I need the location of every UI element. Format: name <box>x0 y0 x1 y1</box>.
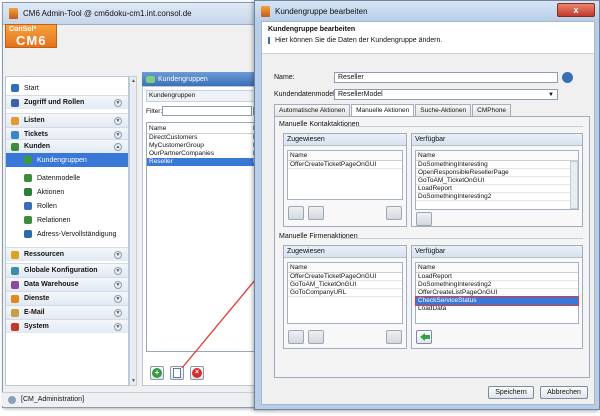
tab-automatische-aktionen[interactable]: Automatische Aktionen <box>274 104 351 116</box>
company-available-table: Name LoadReport DoSomethingInteresting2 Of… <box>415 262 579 324</box>
company-assigned-col[interactable]: Name <box>288 263 402 273</box>
name-input[interactable]: Reseller <box>334 72 558 83</box>
model-select-value: ResellerModel <box>338 91 383 98</box>
dialog-header-info: Hier können Sie die Daten der Kundengrup… <box>268 37 442 44</box>
list-item[interactable]: GoToAM_TicketOnGUI <box>288 281 402 289</box>
contact-available-col[interactable]: Name <box>416 151 578 161</box>
dialog-title: Kundengruppe bearbeiten <box>275 6 368 16</box>
edit-dialog: Kundengruppe bearbeiten x Kundengruppe b… <box>254 0 600 410</box>
list-item[interactable]: OfferCreateTicketPageOnGUI <box>288 273 402 281</box>
save-button[interactable]: Speichern <box>488 386 534 399</box>
list-item[interactable]: GoToAM_TicketOnGUI <box>416 177 578 185</box>
contact-move-down-button[interactable] <box>308 206 324 220</box>
company-add-button[interactable] <box>416 330 432 344</box>
company-move-up-button[interactable] <box>288 330 304 344</box>
tab-pane: Manuelle Kontaktaktionen Zugewiesen Name… <box>274 116 590 378</box>
chevron-down-icon: ▼ <box>548 92 554 98</box>
dialog-header-info-text: Hier können Sie die Daten der Kundengrup… <box>275 37 443 44</box>
list-item[interactable]: DoSomethingInteresting <box>416 161 578 169</box>
company-remove-button[interactable] <box>386 330 402 344</box>
dialog-tabs: Automatische Aktionen Manuelle Aktionen … <box>274 104 512 117</box>
contact-group-line <box>343 126 583 127</box>
list-item[interactable]: DoSomethingInteresting2 <box>416 281 578 289</box>
company-assigned-box: Zugewiesen Name OfferCreateTicketPageOnG… <box>283 245 407 349</box>
list-item[interactable]: GoToCompanyURL <box>288 289 402 297</box>
model-select[interactable]: ResellerModel ▼ <box>334 89 558 100</box>
contact-assigned-col[interactable]: Name <box>288 151 402 161</box>
list-item[interactable]: OfferCreateTicketPageOnGUI <box>288 161 402 169</box>
contact-remove-button[interactable] <box>386 206 402 220</box>
contact-assigned-box: Zugewiesen Name OfferCreateTicketPageOnG… <box>283 133 407 227</box>
dialog-close-button[interactable]: x <box>557 3 595 17</box>
company-group-line <box>341 238 583 239</box>
dialog-header: Kundengruppe bearbeiten Hier können Sie … <box>262 22 594 54</box>
list-item[interactable]: CheckServiceStatus <box>415 296 579 306</box>
list-item[interactable]: OpenResponsibleResellerPage <box>416 169 578 177</box>
list-item[interactable]: LoadData <box>416 305 578 313</box>
cancel-button[interactable]: Abbrechen <box>540 386 588 399</box>
dialog-app-icon <box>261 5 270 17</box>
arrow-left-icon <box>420 333 430 341</box>
list-item[interactable]: LoadReport <box>416 273 578 281</box>
company-assigned-table: Name OfferCreateTicketPageOnGUI GoToAM_Ti… <box>287 262 403 324</box>
contact-assigned-title: Zugewiesen <box>284 134 406 146</box>
dialog-header-title: Kundengruppe bearbeiten <box>268 26 356 33</box>
tab-cmphone[interactable]: CMPhone <box>472 104 512 116</box>
contact-available-box: Verfügbar Name DoSomethingInteresting Ope… <box>411 133 583 227</box>
dialog-body: Kundengruppe bearbeiten Hier können Sie … <box>261 21 595 405</box>
contact-assigned-table: Name OfferCreateTicketPageOnGUI <box>287 150 403 200</box>
tab-suche-aktionen[interactable]: Suche-Aktionen <box>415 104 472 116</box>
list-item[interactable]: OfferCreateListPageOnGUI <box>416 289 578 297</box>
company-available-col[interactable]: Name <box>416 263 578 273</box>
list-item[interactable]: LoadReport <box>416 185 578 193</box>
company-assigned-title: Zugewiesen <box>284 246 406 258</box>
contact-available-title: Verfügbar <box>412 134 582 146</box>
info-icon <box>268 37 270 44</box>
contact-move-up-button[interactable] <box>288 206 304 220</box>
company-available-box: Verfügbar Name LoadReport DoSomethingInte… <box>411 245 583 349</box>
translate-globe-icon[interactable] <box>562 72 573 83</box>
name-label: Name: <box>274 74 295 81</box>
company-move-down-button[interactable] <box>308 330 324 344</box>
list-item[interactable]: DoSomethingInteresting2 <box>416 193 578 201</box>
contact-available-scrollbar[interactable] <box>570 161 578 209</box>
company-available-title: Verfügbar <box>412 246 582 258</box>
contact-add-button[interactable] <box>416 212 432 226</box>
contact-available-table: Name DoSomethingInteresting OpenResponsib… <box>415 150 579 210</box>
dialog-titlebar: Kundengruppe bearbeiten x <box>255 1 599 21</box>
model-label: Kundendatenmodell: <box>274 91 339 98</box>
